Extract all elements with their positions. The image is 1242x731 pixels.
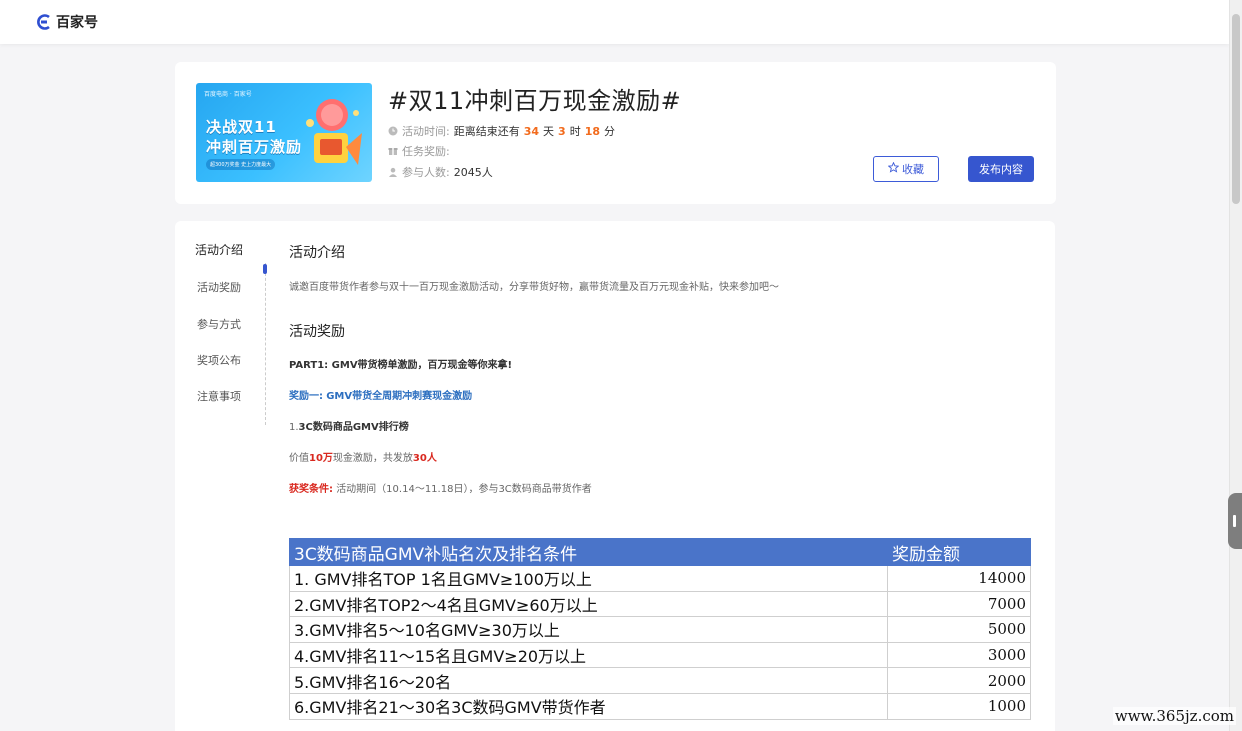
activity-title: #双11冲刺百万现金激励# bbox=[388, 87, 682, 115]
nav-item-participation[interactable]: 参与方式 bbox=[175, 316, 263, 332]
row-amount: 1000 bbox=[887, 692, 1031, 720]
task-reward-row: 任务奖励: bbox=[388, 143, 450, 159]
value-pre: 价值 bbox=[289, 453, 309, 464]
scrollbar-thumb[interactable] bbox=[1232, 14, 1240, 204]
page-scrollbar[interactable] bbox=[1229, 0, 1242, 731]
activity-summary-card: 百度电商 · 百家号 决战双11 冲刺百万激励 超300万奖金 史上力度最大 #… bbox=[175, 62, 1056, 204]
row-condition: 3.GMV排名5～10名GMV≥30万以上 bbox=[289, 616, 888, 643]
condition-line: 获奖条件: 活动期间（10.14～11.18日），参与3C数码商品带货作者 bbox=[289, 480, 592, 495]
countdown-prefix: 距离结束还有 bbox=[453, 125, 520, 138]
part1-heading: PART1: GMV带货榜单激励，百万现金等你来拿! bbox=[289, 360, 513, 371]
intro-heading: 活动介绍 bbox=[289, 245, 345, 261]
rank-prefix: 1. bbox=[289, 422, 299, 433]
reward1-line: 奖励一: GMV带货全周期冲刺赛现金激励 bbox=[289, 387, 472, 402]
rank-title-line: 1.3C数码商品GMV排行榜 bbox=[289, 418, 409, 433]
gift-icon bbox=[388, 146, 398, 156]
activity-time-row: 活动时间: 距离结束还有 34 天 3 时 18 分 bbox=[388, 123, 615, 139]
user-icon bbox=[388, 167, 398, 177]
activity-detail-card: 活动介绍 活动奖励 参与方式 奖项公布 注意事项 活动介绍 诚邀百度带货作者参与… bbox=[175, 221, 1055, 731]
row-amount: 5000 bbox=[887, 616, 1031, 643]
table-header-amount: 奖励金额 bbox=[887, 538, 1031, 566]
table-row: 5.GMV排名16～20名 2000 bbox=[289, 667, 1031, 694]
reward1-title: GMV带货全周期冲刺赛现金激励 bbox=[326, 391, 473, 402]
rank-title: 3C数码商品GMV排行榜 bbox=[298, 422, 409, 433]
row-condition: 4.GMV排名11～15名且GMV≥20万以上 bbox=[289, 641, 888, 669]
table-row: 2.GMV排名TOP2～4名且GMV≥60万以上 7000 bbox=[289, 590, 1031, 618]
table-header-row: 3C数码商品GMV补贴名次及排名条件 奖励金额 bbox=[289, 538, 1031, 566]
star-icon bbox=[887, 161, 900, 176]
row-amount: 3000 bbox=[887, 641, 1031, 669]
nav-item-notes[interactable]: 注意事项 bbox=[175, 388, 263, 404]
reward1-prefix: 奖励一: bbox=[289, 391, 323, 402]
condition-text: 活动期间（10.14～11.18日），参与3C数码商品带货作者 bbox=[336, 484, 592, 495]
table-header-condition: 3C数码商品GMV补贴名次及排名条件 bbox=[289, 538, 888, 566]
table-row: 6.GMV排名21～30名3C数码GMV带货作者 1000 bbox=[289, 692, 1031, 720]
row-amount: 7000 bbox=[887, 590, 1031, 618]
row-condition: 2.GMV排名TOP2～4名且GMV≥60万以上 bbox=[289, 590, 888, 618]
task-reward-label: 任务奖励: bbox=[402, 145, 450, 158]
clock-icon bbox=[388, 126, 398, 136]
banner-illustration-icon bbox=[306, 99, 362, 165]
row-amount: 2000 bbox=[887, 667, 1031, 694]
logo-text: 百家号 bbox=[56, 15, 98, 31]
participants-value: 2045人 bbox=[453, 166, 493, 179]
nav-item-rewards[interactable]: 活动奖励 bbox=[175, 279, 263, 295]
value-amount: 10万 bbox=[309, 453, 333, 464]
row-condition: 1. GMV排名TOP 1名且GMV≥100万以上 bbox=[289, 565, 888, 592]
countdown-minutes: 18 bbox=[584, 124, 600, 138]
banner-headline-2: 冲刺百万激励 bbox=[206, 138, 303, 156]
banner-subtitle: 超300万奖金 史上力度最大 bbox=[206, 159, 276, 170]
banner-headline-1: 决战双11 bbox=[206, 118, 277, 136]
nav-item-intro[interactable]: 活动介绍 bbox=[175, 241, 263, 258]
banner-brand: 百度电商 · 百家号 bbox=[204, 91, 252, 98]
table-row: 1. GMV排名TOP 1名且GMV≥100万以上 14000 bbox=[289, 565, 1031, 592]
countdown-hours-unit: 时 bbox=[569, 125, 581, 138]
site-watermark: www.365jz.com bbox=[1112, 707, 1236, 725]
countdown-days-unit: 天 bbox=[543, 125, 555, 138]
nav-timeline bbox=[265, 263, 266, 425]
participants-row: 参与人数: 2045人 bbox=[388, 164, 493, 180]
participants-label: 参与人数: bbox=[402, 166, 450, 179]
table-row: 3.GMV排名5～10名GMV≥30万以上 5000 bbox=[289, 616, 1031, 643]
publish-content-button[interactable]: 发布内容 bbox=[968, 156, 1034, 182]
row-condition: 5.GMV排名16～20名 bbox=[289, 667, 888, 694]
side-drawer-handle[interactable] bbox=[1228, 493, 1242, 549]
collect-button-label: 收藏 bbox=[902, 163, 924, 176]
top-header: 百家号 bbox=[0, 0, 1229, 44]
row-condition: 6.GMV排名21～30名3C数码GMV带货作者 bbox=[289, 692, 888, 720]
condition-label: 获奖条件: bbox=[289, 484, 333, 495]
baijiahao-logo-icon bbox=[36, 13, 52, 31]
nav-active-indicator bbox=[263, 264, 267, 274]
value-people: 30人 bbox=[412, 453, 437, 464]
table-row: 4.GMV排名11～15名且GMV≥20万以上 3000 bbox=[289, 641, 1031, 669]
reward-table: 3C数码商品GMV补贴名次及排名条件 奖励金额 1. GMV排名TOP 1名且G… bbox=[289, 538, 1031, 720]
intro-text: 诚邀百度带货作者参与双十一百万现金激励活动，分享带货好物，赢带货流量及百万元现金… bbox=[289, 282, 779, 293]
collect-button[interactable]: 收藏 bbox=[873, 156, 939, 182]
countdown-hours: 3 bbox=[558, 124, 566, 138]
value-line: 价值10万现金激励，共发放30人 bbox=[289, 449, 437, 464]
activity-banner: 百度电商 · 百家号 决战双11 冲刺百万激励 超300万奖金 史上力度最大 bbox=[196, 83, 372, 182]
activity-time-label: 活动时间: bbox=[402, 125, 450, 138]
reward-heading: 活动奖励 bbox=[289, 324, 345, 340]
nav-item-award-announcement[interactable]: 奖项公布 bbox=[175, 352, 263, 368]
countdown-days: 34 bbox=[523, 124, 540, 138]
logo[interactable]: 百家号 bbox=[36, 12, 98, 32]
countdown-minutes-unit: 分 bbox=[604, 125, 615, 138]
value-mid: 现金激励，共发放 bbox=[332, 453, 413, 464]
row-amount: 14000 bbox=[887, 565, 1031, 592]
